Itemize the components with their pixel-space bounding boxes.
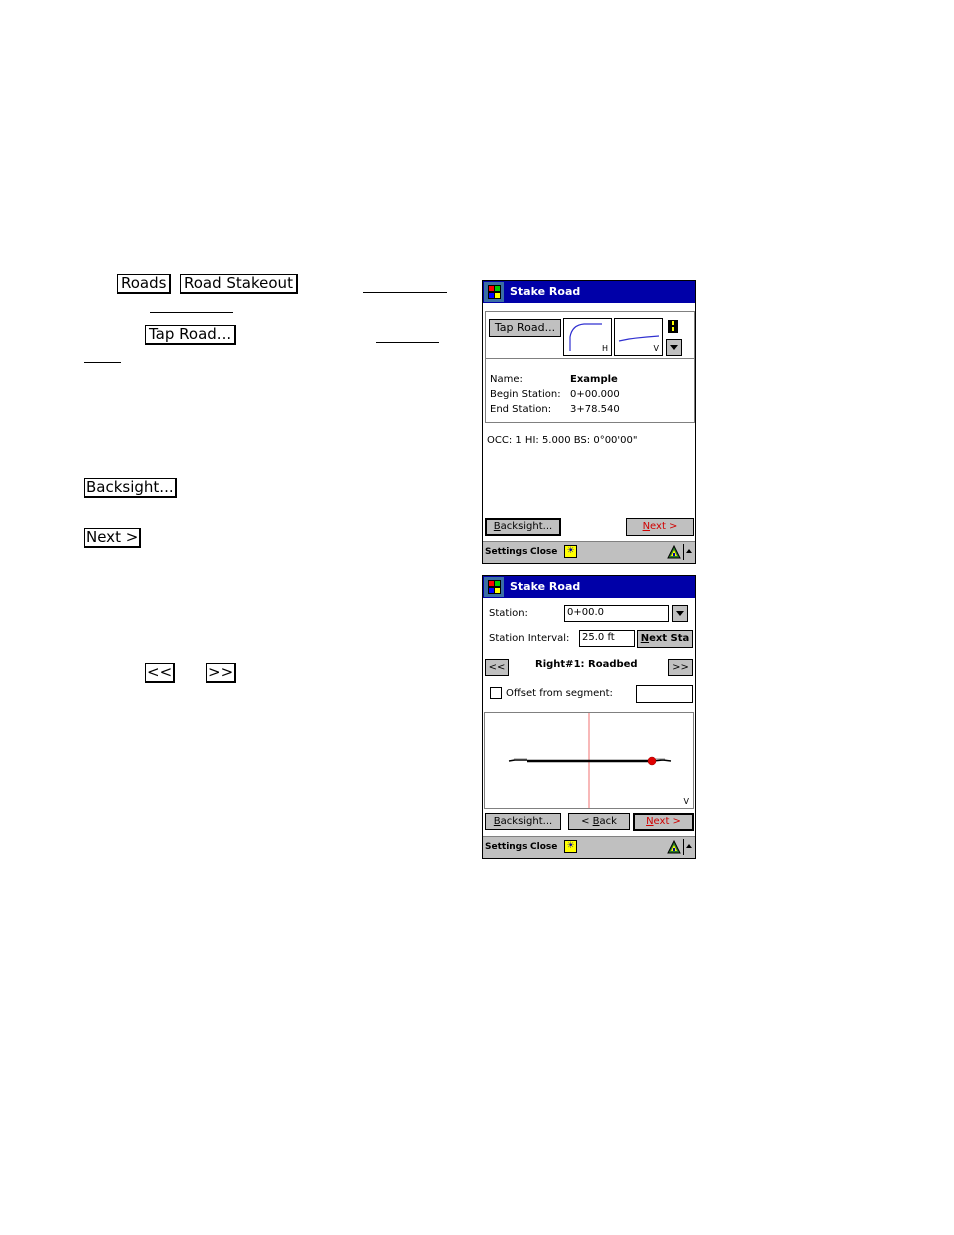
cross-section-view[interactable]: V (484, 712, 694, 809)
sip-up-arrow-icon[interactable] (686, 549, 692, 553)
stake-road-screen-1: Stake Road Tap Road... H V Name: Example… (482, 280, 696, 564)
road-edge-left (508, 759, 527, 762)
offset-input[interactable] (636, 685, 693, 703)
road-icon (668, 320, 678, 333)
end-station-label: End Station: (490, 404, 552, 415)
backsight-label: acksight... (500, 521, 553, 532)
road-stakeout-button-ref: Road Stakeout (180, 274, 298, 294)
next-button-ref: Next > (84, 528, 142, 548)
end-station-value: 3+78.540 (570, 404, 620, 415)
close-menu[interactable]: Close (530, 547, 557, 557)
settings-menu[interactable]: Settings (485, 842, 527, 852)
station-input[interactable]: 0+00.0 (564, 605, 669, 622)
backlight-icon[interactable]: ☀ (564, 840, 577, 853)
backsight-label: acksight... (500, 816, 553, 827)
next-segment-button[interactable]: >> (668, 659, 693, 676)
window-title: Stake Road (510, 580, 581, 593)
status-bar: Settings Close ☀ (483, 541, 695, 563)
view-label: V (683, 797, 689, 806)
next-mnemonic: N (646, 816, 654, 827)
underline-blank (84, 362, 121, 363)
backsight-button[interactable]: Backsight... (485, 518, 561, 536)
h-label: H (601, 344, 608, 353)
next-station-button[interactable]: Next Sta (637, 630, 693, 648)
backsight-button-ref: Backsight... (84, 478, 177, 498)
next-station-mnemonic: N (640, 633, 650, 644)
window-title: Stake Road (510, 285, 581, 298)
prev-segment-button-ref: << (145, 663, 176, 683)
back-label: ack (599, 816, 617, 827)
underline-blank (376, 342, 439, 343)
title-bar: Stake Road (483, 576, 695, 598)
windows-logo-icon (487, 285, 501, 299)
road-dropdown-button[interactable] (666, 339, 682, 356)
offset-from-segment-checkbox[interactable] (490, 687, 502, 699)
backlight-icon[interactable]: ☀ (564, 545, 577, 558)
offset-from-segment-label: Offset from segment: (506, 688, 613, 699)
next-segment-button-ref: >> (206, 663, 237, 683)
begin-station-label: Begin Station: (490, 389, 561, 400)
station-dropdown-button[interactable] (672, 605, 688, 622)
previous-segment-button[interactable]: << (485, 659, 509, 676)
back-prefix: < (581, 816, 593, 827)
settings-menu[interactable]: Settings (485, 547, 527, 557)
start-menu-button[interactable] (484, 282, 504, 302)
windows-logo-icon (487, 580, 501, 594)
name-value: Example (570, 374, 618, 385)
survey-instrument-icon[interactable] (667, 545, 681, 559)
segment-label: Right#1: Roadbed (535, 659, 638, 670)
station-interval-label: Station Interval: (489, 633, 570, 644)
tap-road-button-ref: Tap Road... (145, 325, 237, 345)
station-label: Station: (489, 608, 528, 619)
name-label: Name: (490, 374, 523, 385)
backsight-mnemonic: B (493, 521, 501, 532)
tap-road-button[interactable]: Tap Road... (489, 319, 561, 337)
current-position-marker (647, 756, 657, 766)
road-info-panel: Tap Road... H V Name: Example Begin Stat… (485, 311, 695, 423)
underline-blank (150, 312, 233, 313)
status-bar: Settings Close ☀ (483, 836, 695, 858)
back-button[interactable]: < Back (568, 813, 630, 830)
backsight-button[interactable]: Backsight... (485, 813, 561, 830)
begin-station-value: 0+00.000 (570, 389, 620, 400)
back-mnemonic: B (592, 816, 600, 827)
next-station-label: ext Sta (649, 633, 690, 644)
next-label: ext > (653, 816, 681, 827)
v-label: V (653, 344, 659, 353)
horizontal-alignment-preview[interactable]: H (563, 318, 612, 356)
backsight-mnemonic: B (493, 816, 501, 827)
stake-road-screen-2: Stake Road Station: 0+00.0 Station Inter… (482, 575, 696, 859)
next-button[interactable]: Next > (626, 518, 694, 536)
next-mnemonic: N (642, 521, 651, 532)
next-button[interactable]: Next > (633, 813, 694, 831)
title-bar: Stake Road (483, 281, 695, 303)
survey-instrument-icon[interactable] (667, 840, 681, 854)
statusbar-separator (683, 839, 684, 855)
roads-button-ref: Roads (117, 274, 172, 294)
start-menu-button[interactable] (484, 577, 504, 597)
statusbar-separator (683, 544, 684, 560)
next-label: ext > (650, 521, 678, 532)
occupied-point-info: OCC: 1 HI: 5.000 BS: 0°00'00" (487, 435, 638, 446)
close-menu[interactable]: Close (530, 842, 557, 852)
vertical-alignment-preview[interactable]: V (614, 318, 663, 356)
sip-up-arrow-icon[interactable] (686, 844, 692, 848)
station-interval-input[interactable]: 25.0 ft (579, 630, 635, 647)
underline-blank (363, 292, 447, 293)
cross-section-graphic (508, 713, 672, 808)
